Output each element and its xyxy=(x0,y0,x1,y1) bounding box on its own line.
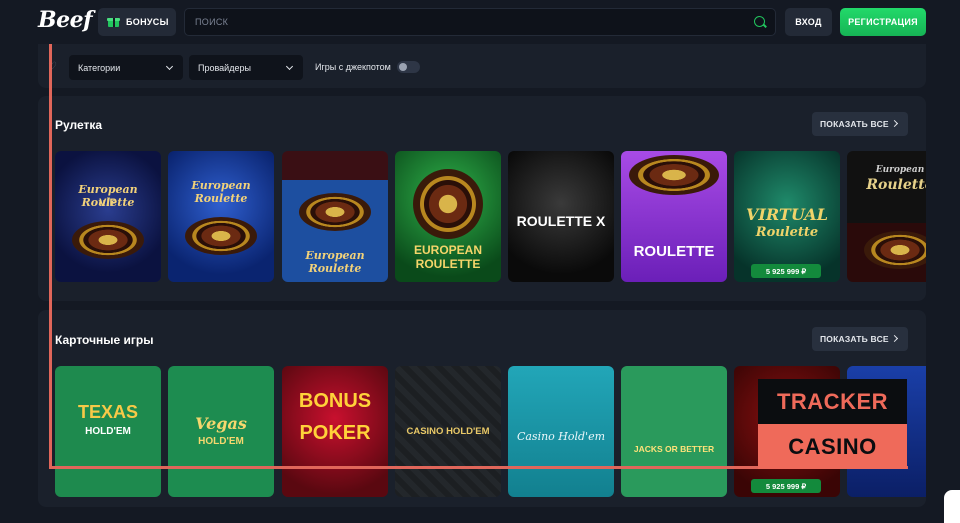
game-title: European Roulette xyxy=(191,179,251,205)
show-all-button[interactable]: ПОКАЗАТЬ ВСЕ xyxy=(812,327,908,351)
game-tile[interactable]: European Roulette xyxy=(168,151,274,282)
game-subtitle: ROULETTE xyxy=(415,257,481,271)
jackpot-badge: 5 925 999 ₽ xyxy=(751,264,821,278)
watermark-frame-line xyxy=(49,44,52,469)
show-all-label: ПОКАЗАТЬ ВСЕ xyxy=(820,119,889,129)
game-subtitle: Roulette xyxy=(755,225,819,240)
provider-select[interactable]: Провайдеры xyxy=(189,55,303,80)
chevron-down-icon xyxy=(165,62,174,71)
chevron-down-icon xyxy=(285,62,294,71)
search-placeholder: ПОИСК xyxy=(195,17,229,27)
bonus-label: БОНУСЫ xyxy=(126,17,169,27)
bonus-button[interactable]: БОНУСЫ xyxy=(98,8,176,36)
site-logo[interactable]: Beef xyxy=(38,7,93,33)
roulette-wheel-image xyxy=(413,169,483,239)
game-subtitle: VIP xyxy=(99,197,117,209)
watermark-tracker: TRACKER xyxy=(758,379,907,424)
top-header: Beef БОНУСЫ ПОИСК ВХОД РЕГИСТРАЦИЯ xyxy=(0,0,960,44)
game-tile[interactable]: ROULETTE xyxy=(621,151,727,282)
game-tile[interactable]: VIRTUAL Roulette 5 925 999 ₽ xyxy=(734,151,840,282)
register-button[interactable]: РЕГИСТРАЦИЯ xyxy=(840,8,926,36)
game-subtitle: HOLD'EM xyxy=(85,426,131,437)
game-tile[interactable]: CASINO HOLD'EM xyxy=(395,366,501,497)
category-select-label: Категории xyxy=(78,62,121,73)
game-tile[interactable]: Vegas HOLD'EM xyxy=(168,366,274,497)
game-title: Vegas xyxy=(195,414,247,433)
game-tile[interactable]: BONUS POKER xyxy=(282,366,388,497)
game-subtitle: POKER xyxy=(299,422,371,444)
roulette-wheel-image xyxy=(864,231,926,269)
game-tile[interactable]: JACKS OR BETTER xyxy=(621,366,727,497)
section-title: Карточные игры xyxy=(55,333,154,347)
watermark-casino: CASINO xyxy=(758,424,907,469)
chevron-right-icon xyxy=(890,119,899,128)
game-title: BONUS xyxy=(298,390,372,412)
support-chat-button[interactable] xyxy=(944,490,960,523)
game-title: VIRTUAL xyxy=(746,205,828,224)
game-title: CASINO HOLD'EM xyxy=(406,426,490,437)
category-select[interactable]: Категории xyxy=(69,55,183,80)
search-icon[interactable] xyxy=(754,16,765,27)
roulette-wheel-image xyxy=(629,155,719,195)
game-tile[interactable]: ROULETTE X xyxy=(508,151,614,282)
game-title: TEXAS xyxy=(77,402,138,422)
game-tile[interactable]: European Roulette VIP xyxy=(55,151,161,282)
jackpot-filter-label: Игры с джекпотом xyxy=(315,62,391,72)
game-tile[interactable]: European Roulette xyxy=(847,151,926,282)
search-input[interactable]: ПОИСК xyxy=(184,8,776,36)
roulette-wheel-image xyxy=(299,193,371,231)
roulette-wheel-image xyxy=(185,217,257,255)
provider-select-label: Провайдеры xyxy=(198,62,251,73)
game-tile[interactable]: TEXAS HOLD'EM xyxy=(55,366,161,497)
game-title: EUROPEAN xyxy=(413,243,482,257)
game-tile[interactable]: European Roulette xyxy=(282,151,388,282)
login-button[interactable]: ВХОД xyxy=(785,8,832,36)
game-subtitle: Roulette xyxy=(866,177,926,193)
game-title: ROULETTE xyxy=(633,243,715,260)
game-tile[interactable]: EUROPEAN ROULETTE xyxy=(395,151,501,282)
game-tile[interactable]: Casino Hold'em xyxy=(508,366,614,497)
show-all-label: ПОКАЗАТЬ ВСЕ xyxy=(820,334,889,344)
game-title: European xyxy=(875,165,925,175)
game-subtitle: HOLD'EM xyxy=(198,436,244,447)
roulette-wheel-image xyxy=(72,221,144,259)
game-title: European Roulette xyxy=(305,249,365,275)
jackpot-badge: 5 925 999 ₽ xyxy=(751,479,821,493)
jackpot-toggle[interactable] xyxy=(397,61,420,73)
show-all-button[interactable]: ПОКАЗАТЬ ВСЕ xyxy=(812,112,908,136)
section-title: Рулетка xyxy=(55,118,103,132)
roulette-section: Рулетка ПОКАЗАТЬ ВСЕ European Roulette V… xyxy=(38,96,926,301)
gift-icon xyxy=(107,17,120,27)
chevron-right-icon xyxy=(890,334,899,343)
game-title: Casino Hold'em xyxy=(516,430,606,443)
game-title: ROULETTE X xyxy=(516,213,606,229)
game-title: JACKS OR BETTER xyxy=(633,444,715,454)
